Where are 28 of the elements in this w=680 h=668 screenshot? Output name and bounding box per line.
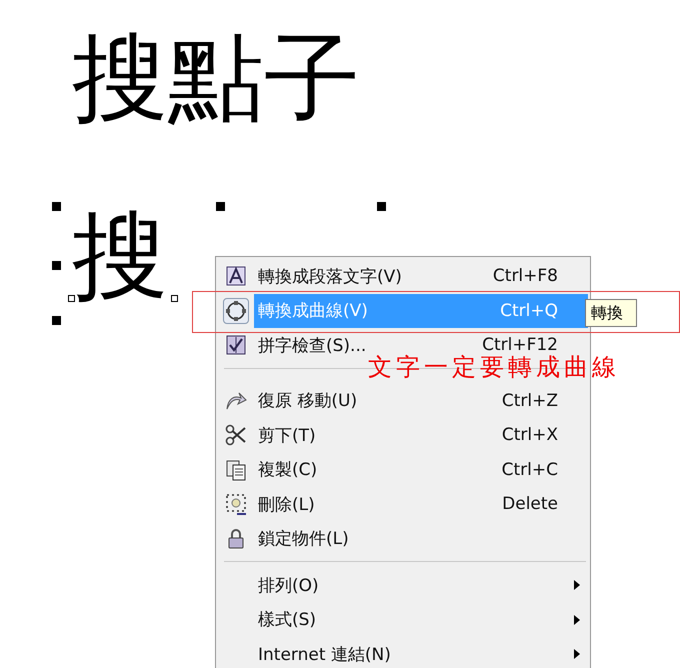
menu-item[interactable]: 轉換成段落文字(V) Ctrl+F8 xyxy=(254,259,588,294)
submenu-arrow-icon xyxy=(574,614,580,625)
selection-handle[interactable] xyxy=(171,295,178,302)
submenu-arrow-icon xyxy=(574,649,580,660)
menu-item[interactable]: 鎖定物件(L) xyxy=(254,522,588,556)
submenu-item[interactable]: Internet 連結(N) xyxy=(254,637,588,668)
copy-pages-icon xyxy=(224,458,248,482)
submenu-arrow-icon xyxy=(574,580,580,590)
selection-handle[interactable] xyxy=(52,316,61,325)
curve-node-icon xyxy=(224,298,248,323)
selection-handle[interactable] xyxy=(52,202,61,211)
annotation-text: 文字一定要轉成曲線 xyxy=(368,354,620,380)
selection-handle[interactable] xyxy=(377,202,386,211)
dotted-selection-icon xyxy=(224,492,248,516)
book-check-icon xyxy=(224,333,248,358)
canvas-text: 搜 xyxy=(72,206,168,306)
text-frame-icon xyxy=(224,264,248,288)
submenu-item[interactable]: 排列(O) xyxy=(254,568,588,602)
scissors-icon xyxy=(224,423,248,448)
selection-handle[interactable] xyxy=(216,202,225,211)
menu-item[interactable]: 復原 移動(U) Ctrl+Z xyxy=(254,384,588,418)
submenu-item[interactable]: 樣式(S) xyxy=(254,602,588,637)
menu-item[interactable]: 複製(C) Ctrl+C xyxy=(254,452,588,487)
selection-handle[interactable] xyxy=(52,261,61,270)
canvas-text: 搜點子 xyxy=(72,28,360,128)
menu-item[interactable]: 剪下(T) Ctrl+X xyxy=(254,418,588,452)
menu-item[interactable]: 刪除(L) Delete xyxy=(254,487,588,522)
tooltip: 轉換 xyxy=(585,299,637,327)
